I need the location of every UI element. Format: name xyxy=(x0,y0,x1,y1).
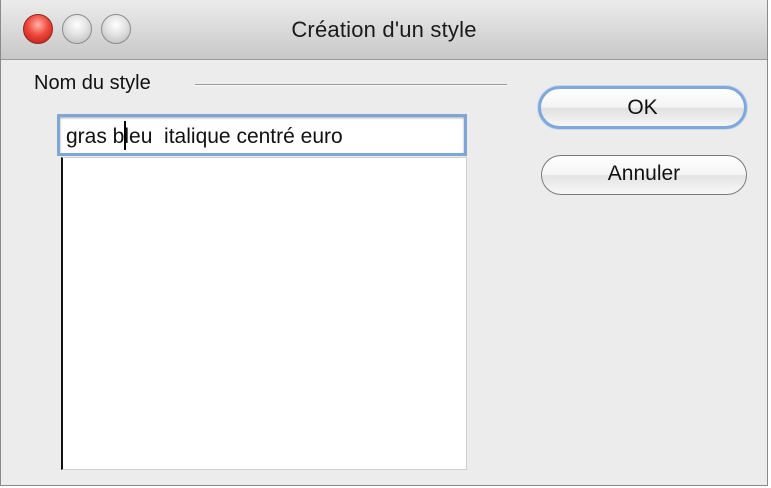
cancel-button[interactable]: Annuler xyxy=(541,155,747,195)
group-divider xyxy=(195,84,507,86)
style-name-group-label: Nom du style xyxy=(34,72,151,94)
text-caret xyxy=(124,121,126,150)
style-name-input[interactable]: gras bleu italique centré euro xyxy=(57,114,467,156)
style-list[interactable] xyxy=(61,157,467,470)
ok-button[interactable]: OK xyxy=(538,86,747,129)
title-bar[interactable]: Création d'un style xyxy=(1,0,767,60)
dialog-window: Création d'un style Nom du style gras bl… xyxy=(0,0,768,486)
window-title: Création d'un style xyxy=(291,17,477,42)
